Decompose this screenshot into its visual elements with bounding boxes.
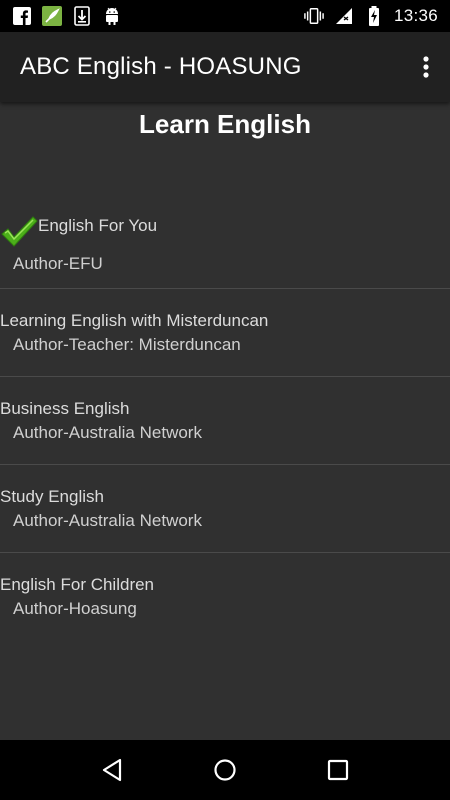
signal-icon bbox=[334, 6, 354, 26]
list-item-title: English For You bbox=[38, 216, 158, 235]
list-item-author: Author-EFU bbox=[13, 254, 103, 273]
course-list: English For You Author-EFU Learning Engl… bbox=[0, 200, 450, 641]
status-time: 13:36 bbox=[393, 6, 438, 25]
list-item-author: Author-Australia Network bbox=[13, 423, 202, 442]
app-bar: ABC English - HOASUNG bbox=[0, 32, 450, 102]
app-title: ABC English - HOASUNG bbox=[20, 53, 302, 80]
battery-charging-icon bbox=[364, 6, 384, 26]
back-icon[interactable] bbox=[87, 745, 137, 795]
recents-icon[interactable] bbox=[313, 745, 363, 795]
more-vert-icon[interactable] bbox=[402, 32, 450, 102]
android-icon bbox=[102, 6, 122, 26]
list-item-title: Study English bbox=[0, 487, 104, 506]
checkmark-icon bbox=[0, 212, 38, 250]
list-item-study-english[interactable]: Study English Author-Australia Network bbox=[0, 465, 450, 553]
status-bar: 13:36 bbox=[0, 0, 450, 32]
system-icons: 13:36 bbox=[304, 6, 450, 26]
list-item-title: Learning English with Misterduncan bbox=[0, 311, 269, 330]
list-item-author: Author-Teacher: Misterduncan bbox=[13, 335, 241, 354]
content-area: Learn English English For You Author-EFU… bbox=[0, 102, 450, 740]
home-icon[interactable] bbox=[200, 745, 250, 795]
list-item-author: Author-Hoasung bbox=[13, 599, 137, 618]
notification-icons bbox=[0, 6, 122, 26]
list-item-english-for-children[interactable]: English For Children Author-Hoasung bbox=[0, 553, 450, 641]
feather-app-icon bbox=[42, 6, 62, 26]
vibrate-icon bbox=[304, 6, 324, 26]
list-item-title: Business English bbox=[0, 399, 130, 418]
facebook-icon bbox=[12, 6, 32, 26]
list-item-title: English For Children bbox=[0, 575, 155, 594]
list-item-english-for-you[interactable]: English For You Author-EFU bbox=[0, 200, 450, 289]
download-icon bbox=[72, 6, 92, 26]
page-title: Learn English bbox=[139, 109, 311, 139]
navigation-bar bbox=[0, 740, 450, 800]
list-item-business-english[interactable]: Business English Author-Australia Networ… bbox=[0, 377, 450, 465]
list-item-misterduncan[interactable]: Learning English with Misterduncan Autho… bbox=[0, 289, 450, 377]
list-item-author: Author-Australia Network bbox=[13, 511, 202, 530]
